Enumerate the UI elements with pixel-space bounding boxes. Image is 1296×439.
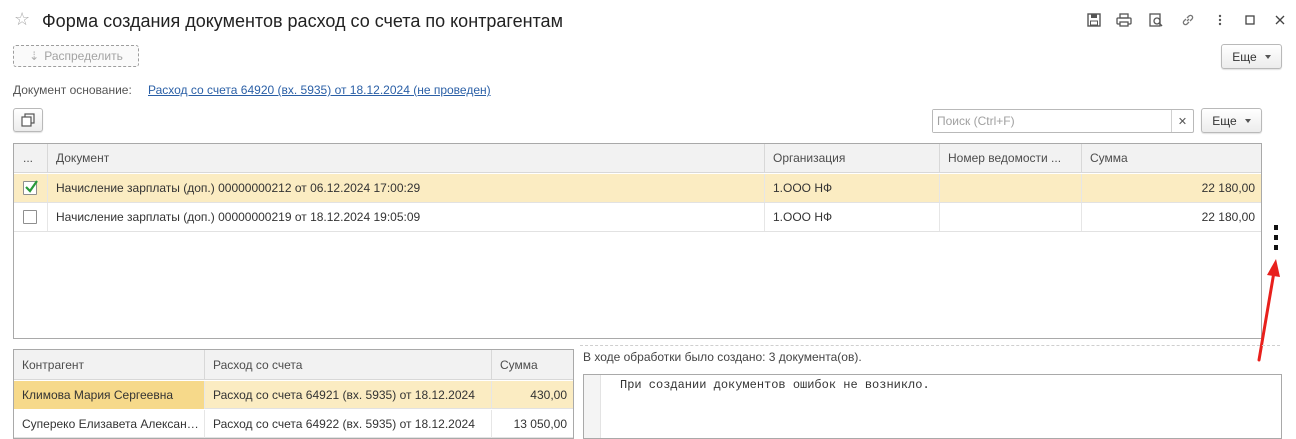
splitter-handle-icon[interactable] bbox=[1270, 223, 1282, 253]
distribute-label: Распределить bbox=[44, 49, 123, 63]
maximize-icon[interactable] bbox=[1240, 10, 1260, 30]
counterparty-table-header: Контрагент Расход со счета Сумма bbox=[14, 350, 573, 380]
column-header-organization[interactable]: Организация bbox=[765, 144, 940, 173]
table-more-label: Еще bbox=[1212, 113, 1237, 128]
window-title: Форма создания документов расход со счет… bbox=[42, 11, 563, 31]
preview-icon[interactable] bbox=[1146, 10, 1166, 30]
save-icon[interactable] bbox=[1084, 10, 1104, 30]
counterparty-cell: Климова Мария Сергеевна bbox=[14, 381, 205, 409]
statement-cell bbox=[940, 203, 1082, 231]
expense-cell: Расход со счета 64922 (вх. 5935) от 18.1… bbox=[205, 410, 492, 438]
column-header-document[interactable]: Документ bbox=[48, 144, 765, 173]
row-checkbox-cell[interactable] bbox=[14, 174, 48, 202]
copy-icon bbox=[21, 113, 35, 127]
counterparty-table: Контрагент Расход со счета Сумма Климова… bbox=[13, 349, 574, 439]
clear-search-icon[interactable]: ✕ bbox=[1171, 110, 1193, 132]
table-row[interactable]: Начисление зарплаты (доп.) 00000000219 о… bbox=[14, 203, 1261, 232]
checkbox-checked[interactable] bbox=[23, 180, 38, 195]
column-header-sum[interactable]: Сумма bbox=[492, 350, 575, 380]
search-input[interactable] bbox=[933, 110, 1171, 132]
table-row[interactable]: Начисление зарплаты (доп.) 00000000212 о… bbox=[14, 174, 1261, 203]
column-header-statement[interactable]: Номер ведомости ... bbox=[940, 144, 1082, 173]
document-cell: Начисление зарплаты (доп.) 00000000212 о… bbox=[48, 174, 765, 202]
search-field: ✕ bbox=[932, 109, 1194, 133]
processing-status: В ходе обработки было создано: 3 докумен… bbox=[583, 350, 862, 364]
close-icon[interactable] bbox=[1270, 10, 1290, 30]
table-row[interactable]: Суперeко Елизавета Александровна Расход … bbox=[14, 410, 573, 438]
checkmark-icon bbox=[25, 180, 38, 193]
sum-cell: 22 180,00 bbox=[1201, 181, 1255, 195]
distribute-icon: ⇣ bbox=[29, 49, 40, 63]
sum-cell: 22 180,00 bbox=[1201, 210, 1255, 224]
log-gutter bbox=[584, 375, 601, 438]
basis-document-link[interactable]: Расход со счета 64920 (вх. 5935) от 18.1… bbox=[148, 83, 491, 97]
organization-cell: 1.ООО НФ bbox=[765, 203, 940, 231]
organization-cell: 1.ООО НФ bbox=[765, 174, 940, 202]
log-text: При создании документов ошибок не возник… bbox=[620, 378, 930, 392]
table-more-button[interactable]: Еще bbox=[1201, 108, 1262, 133]
basis-label: Документ основание: bbox=[13, 83, 132, 97]
more-button-label: Еще bbox=[1232, 49, 1257, 64]
favorite-star-icon[interactable]: ☆ bbox=[14, 9, 30, 29]
expense-cell: Расход со счета 64921 (вх. 5935) от 18.1… bbox=[205, 381, 492, 409]
column-header-counterparty[interactable]: Контрагент bbox=[14, 350, 205, 380]
column-header-expense[interactable]: Расход со счета bbox=[205, 350, 492, 380]
column-header-sum[interactable]: Сумма bbox=[1082, 144, 1263, 173]
red-arrow-annotation-icon bbox=[1250, 256, 1284, 366]
sum-cell: 13 050,00 bbox=[513, 417, 567, 431]
table-row[interactable]: Климова Мария Сергеевна Расход со счета … bbox=[14, 381, 573, 409]
distribute-button[interactable]: ⇣ Распределить bbox=[13, 45, 139, 67]
more-vertical-icon[interactable] bbox=[1210, 10, 1230, 30]
print-icon[interactable] bbox=[1114, 10, 1134, 30]
checkbox-unchecked[interactable] bbox=[23, 210, 37, 224]
copy-button[interactable] bbox=[13, 108, 43, 132]
row-checkbox-cell[interactable] bbox=[14, 203, 48, 231]
statement-cell bbox=[940, 174, 1082, 202]
document-cell: Начисление зарплаты (доп.) 00000000219 о… bbox=[48, 203, 765, 231]
counterparty-cell: Суперeко Елизавета Александровна bbox=[14, 410, 205, 438]
horizontal-splitter[interactable] bbox=[580, 345, 1280, 346]
documents-table: ... Документ Организация Номер ведомости… bbox=[13, 143, 1262, 339]
column-header-mark[interactable]: ... bbox=[14, 144, 48, 173]
chevron-down-icon bbox=[1244, 118, 1251, 123]
sum-cell: 430,00 bbox=[530, 388, 567, 402]
more-button[interactable]: Еще bbox=[1221, 44, 1282, 69]
link-icon[interactable] bbox=[1178, 10, 1198, 30]
chevron-down-icon bbox=[1264, 54, 1271, 59]
documents-table-header: ... Документ Организация Номер ведомости… bbox=[14, 144, 1261, 173]
processing-log[interactable]: При создании документов ошибок не возник… bbox=[583, 374, 1282, 439]
